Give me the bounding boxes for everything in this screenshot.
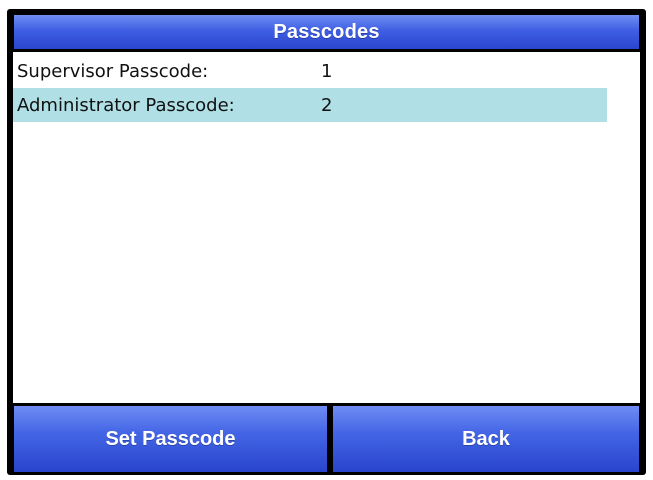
passcode-row-administrator[interactable]: Administrator Passcode: 2 — [13, 88, 607, 122]
passcode-label: Administrator Passcode: — [17, 94, 235, 116]
passcode-value: 2 — [321, 94, 333, 116]
passcodes-screen: Passcodes Supervisor Passcode: 1 Adminis… — [7, 9, 646, 475]
back-button[interactable]: Back — [332, 405, 640, 473]
screen-title: Passcodes — [13, 14, 640, 50]
passcode-value: 1 — [321, 60, 333, 82]
set-passcode-button[interactable]: Set Passcode — [13, 405, 328, 473]
passcode-list: Supervisor Passcode: 1 Administrator Pas… — [13, 52, 640, 403]
passcode-row-supervisor[interactable]: Supervisor Passcode: 1 — [13, 54, 607, 88]
passcode-label: Supervisor Passcode: — [17, 60, 209, 82]
